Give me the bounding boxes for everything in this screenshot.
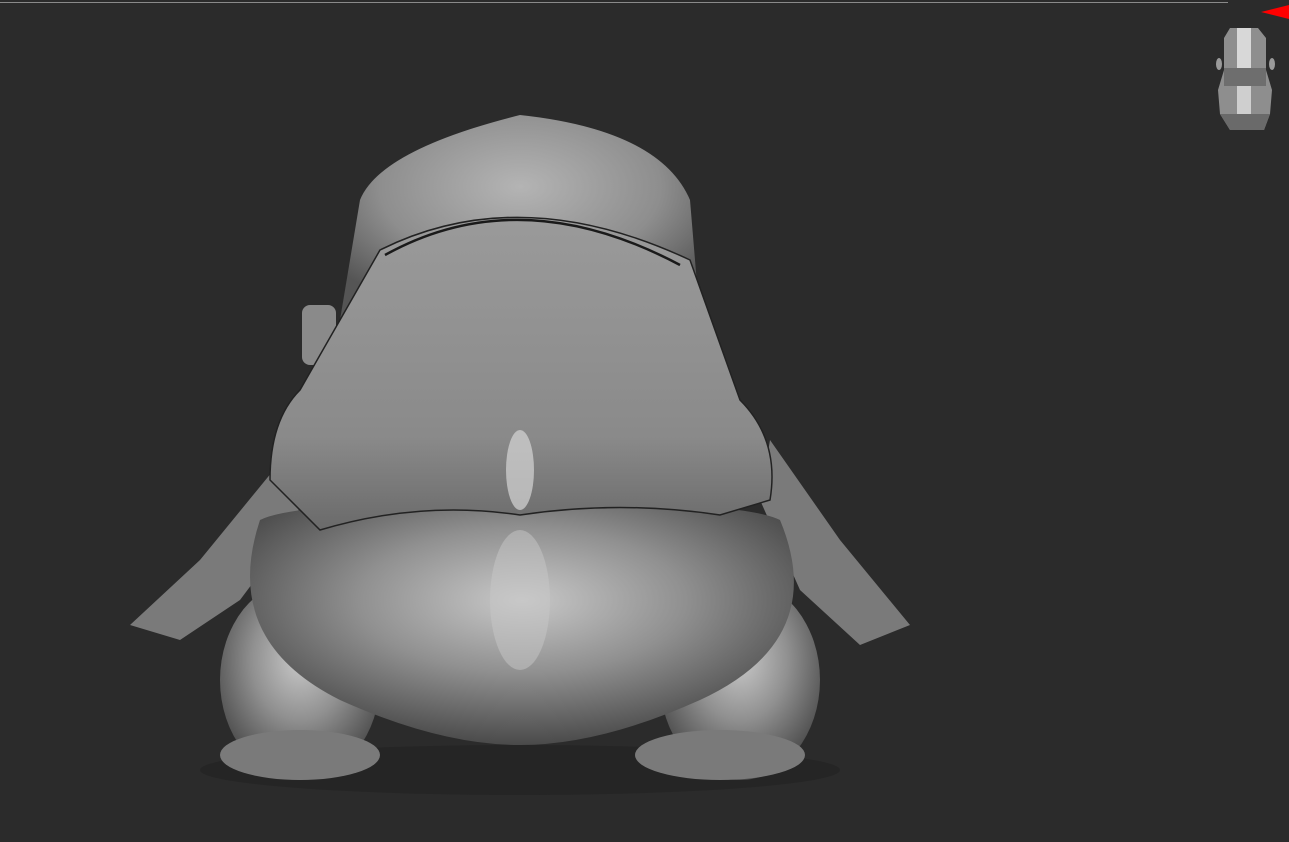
- sculpt-model-creature[interactable]: [0, 0, 1289, 842]
